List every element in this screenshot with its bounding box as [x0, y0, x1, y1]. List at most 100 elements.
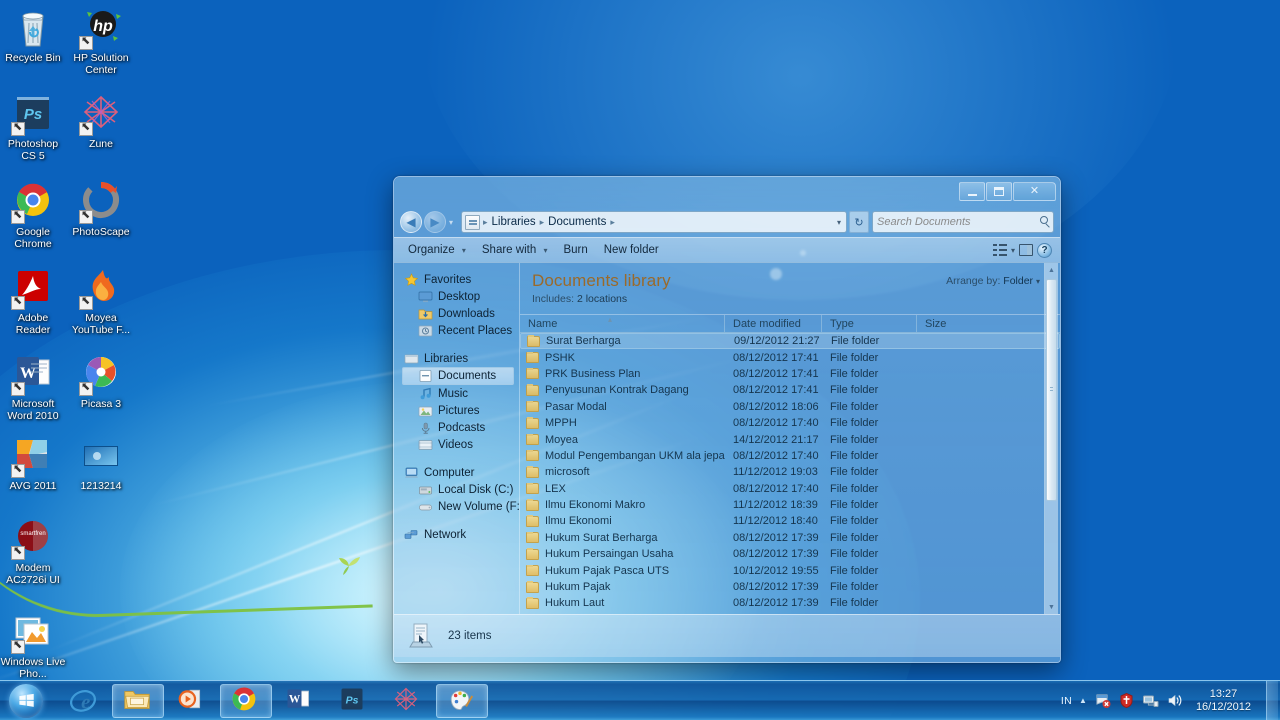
- nav-item-pictures[interactable]: Pictures: [400, 402, 519, 419]
- nav-item-new-volume-f[interactable]: New Volume (F:): [400, 498, 519, 515]
- taskbar[interactable]: e W Ps IN ▲ 13:27 16/12/2012: [0, 680, 1280, 720]
- table-row[interactable]: MPPH 08/12/2012 17:40 File folder: [520, 415, 1060, 431]
- nav-item-network[interactable]: Network: [400, 526, 519, 543]
- nav-item-desktop[interactable]: Desktop: [400, 288, 519, 305]
- taskbar-buttons[interactable]: e W Ps: [58, 683, 488, 718]
- share-with-button[interactable]: Share with ▾: [474, 241, 556, 259]
- breadcrumb[interactable]: ▸ Libraries ▸ Documents ▸ ▾: [461, 211, 847, 233]
- desktop-icon-avg[interactable]: AVG 2011: [0, 434, 66, 493]
- file-rows[interactable]: Surat Berharga 09/12/2012 21:27 File folde…: [520, 333, 1060, 614]
- chevron-down-icon[interactable]: ▾: [1036, 277, 1040, 286]
- desktop-icon-microsoft-word[interactable]: W Microsoft Word 2010: [0, 352, 66, 422]
- scroll-up-button[interactable]: ▲: [1045, 263, 1058, 277]
- search-input[interactable]: Search Documents: [872, 211, 1054, 233]
- minimize-button[interactable]: [959, 182, 985, 201]
- taskbar-button-photoshop[interactable]: Ps: [328, 684, 380, 718]
- back-button[interactable]: ◀: [400, 211, 422, 233]
- command-bar[interactable]: Organize ▾ Share with ▾ Burn New folder …: [394, 237, 1060, 263]
- command-bar-right[interactable]: ▾ ?: [992, 242, 1054, 258]
- desktop-icon-image-1213214[interactable]: 1213214: [68, 434, 134, 493]
- windows-explorer-window[interactable]: ✕ ◀ ▶ ▾ ▸ Libraries ▸ Documents ▸ ▾ ↻ Se…: [393, 176, 1061, 663]
- view-layout-icon[interactable]: [992, 244, 1007, 256]
- nav-item-videos[interactable]: Videos: [400, 436, 519, 453]
- nav-item-recent-places[interactable]: Recent Places: [400, 322, 519, 339]
- column-header-date-modified[interactable]: Date modified: [725, 315, 822, 332]
- taskbar-button-internet-explorer[interactable]: e: [58, 684, 110, 718]
- navigation-pane[interactable]: Favorites Desktop Downloads Recent Place…: [394, 263, 519, 614]
- column-header-type[interactable]: Type: [822, 315, 917, 332]
- file-list-pane[interactable]: Documents library Includes: 2 locations …: [519, 263, 1060, 614]
- table-row[interactable]: Penyusunan Kontrak Dagang 08/12/2012 17:4…: [520, 382, 1060, 398]
- address-bar-row[interactable]: ◀ ▶ ▾ ▸ Libraries ▸ Documents ▸ ▾ ↻ Sear…: [394, 207, 1060, 237]
- desktop-icon-windows-live-photo-gallery[interactable]: Windows Live Pho...: [0, 610, 66, 680]
- clock[interactable]: 13:27 16/12/2012: [1190, 688, 1257, 714]
- refresh-button[interactable]: ↻: [849, 211, 869, 233]
- help-icon[interactable]: ?: [1037, 242, 1052, 258]
- nav-item-downloads[interactable]: Downloads: [400, 305, 519, 322]
- desktop-icon-modem[interactable]: smartfren Modem AC2726i UI: [0, 516, 66, 586]
- vertical-scrollbar[interactable]: ▲ ▼: [1044, 263, 1058, 614]
- burn-button[interactable]: Burn: [555, 241, 595, 259]
- new-folder-button[interactable]: New folder: [596, 241, 667, 259]
- taskbar-button-zune[interactable]: [382, 684, 434, 718]
- arrange-by-control[interactable]: Arrange by: Folder ▾: [946, 275, 1040, 287]
- table-row[interactable]: PRK Business Plan 08/12/2012 17:41 File fo…: [520, 366, 1060, 382]
- table-row[interactable]: Hukum Surat Berharga 08/12/2012 17:39 File…: [520, 530, 1060, 546]
- nav-item-documents[interactable]: Documents: [402, 367, 514, 385]
- table-row[interactable]: Modul Pengembangan UKM ala jepang 08/12/2…: [520, 448, 1060, 464]
- breadcrumb-item-documents[interactable]: Documents: [545, 216, 609, 228]
- taskbar-button-windows-explorer[interactable]: [112, 683, 164, 718]
- table-row[interactable]: Hukum Pajak Pasca UTS 10/12/2012 19:55 Fil…: [520, 562, 1060, 578]
- table-row[interactable]: Moyea 14/12/2012 21:17 File folder: [520, 431, 1060, 447]
- table-row[interactable]: Hukum Laut 08/12/2012 17:39 File folder: [520, 595, 1060, 611]
- nav-item-libraries[interactable]: Libraries: [400, 350, 519, 367]
- nav-item-computer[interactable]: Computer: [400, 464, 519, 481]
- taskbar-button-paint[interactable]: [436, 683, 488, 718]
- table-row[interactable]: Pasar Modal 08/12/2012 18:06 File folder: [520, 399, 1060, 415]
- table-row[interactable]: Hukum Pajak 08/12/2012 17:39 File folder: [520, 579, 1060, 595]
- table-row[interactable]: Ilmu Ekonomi 11/12/2012 18:40 File folder: [520, 513, 1060, 529]
- breadcrumb-item-libraries[interactable]: Libraries: [489, 216, 539, 228]
- nav-item-local-disk-c[interactable]: Local Disk (C:): [400, 481, 519, 498]
- forward-button[interactable]: ▶: [424, 211, 446, 233]
- taskbar-button-google-chrome[interactable]: [220, 683, 272, 718]
- nav-item-favorites[interactable]: Favorites: [400, 271, 519, 288]
- column-headers[interactable]: Name ▴ Date modified Type Size: [520, 314, 1060, 333]
- table-row[interactable]: Surat Berharga 09/12/2012 21:27 File folde…: [520, 333, 1060, 350]
- column-header-size[interactable]: Size: [917, 315, 1027, 332]
- desktop[interactable]: Recycle Bin hp HP Solution Center: [0, 0, 1280, 720]
- chevron-down-icon[interactable]: ▾: [1011, 246, 1015, 255]
- volume-icon[interactable]: [1166, 692, 1183, 709]
- column-header-name[interactable]: Name ▴: [520, 315, 725, 332]
- table-row[interactable]: Ilmu Ekonomi Makro 11/12/2012 18:39 File f…: [520, 497, 1060, 513]
- system-tray[interactable]: IN ▲ 13:27 16/12/2012: [1061, 680, 1280, 720]
- scrollbar-thumb[interactable]: [1046, 279, 1057, 501]
- taskbar-button-microsoft-word[interactable]: W: [274, 684, 326, 718]
- desktop-icon-photoshop[interactable]: Ps Photoshop CS 5: [0, 92, 66, 162]
- nav-item-music[interactable]: Music: [400, 385, 519, 402]
- show-hidden-icons-button[interactable]: ▲: [1079, 696, 1087, 705]
- preview-pane-icon[interactable]: [1019, 244, 1033, 256]
- table-row[interactable]: LEX 08/12/2012 17:40 File folder: [520, 481, 1060, 497]
- includes-value[interactable]: 2 locations: [577, 293, 627, 305]
- chevron-down-icon[interactable]: ▾: [837, 218, 841, 227]
- close-button[interactable]: ✕: [1013, 182, 1056, 201]
- desktop-icon-recycle-bin[interactable]: Recycle Bin: [0, 6, 66, 65]
- taskbar-button-windows-media-player[interactable]: [166, 684, 218, 718]
- table-row[interactable]: Hukum Persaingan Usaha 08/12/2012 17:39 Fi…: [520, 546, 1060, 562]
- arrange-by-value[interactable]: Folder: [1003, 275, 1033, 287]
- history-dropdown-icon[interactable]: ▾: [449, 218, 458, 227]
- window-controls[interactable]: ✕: [959, 182, 1056, 201]
- desktop-icon-picasa[interactable]: Picasa 3: [68, 352, 134, 411]
- desktop-icon-hp-solution-center[interactable]: hp HP Solution Center: [68, 6, 134, 76]
- nav-item-podcasts[interactable]: Podcasts: [400, 419, 519, 436]
- window-body[interactable]: Favorites Desktop Downloads Recent Place…: [394, 263, 1060, 614]
- organize-button[interactable]: Organize ▾: [400, 241, 474, 259]
- desktop-icon-adobe-reader[interactable]: Adobe Reader: [0, 266, 66, 336]
- security-icon[interactable]: [1118, 692, 1135, 709]
- show-desktop-button[interactable]: [1266, 680, 1278, 720]
- table-row[interactable]: PSHK 08/12/2012 17:41 File folder: [520, 349, 1060, 365]
- start-button[interactable]: [2, 682, 50, 720]
- language-indicator[interactable]: IN: [1061, 695, 1072, 707]
- table-row[interactable]: microsoft 11/12/2012 19:03 File folder: [520, 464, 1060, 480]
